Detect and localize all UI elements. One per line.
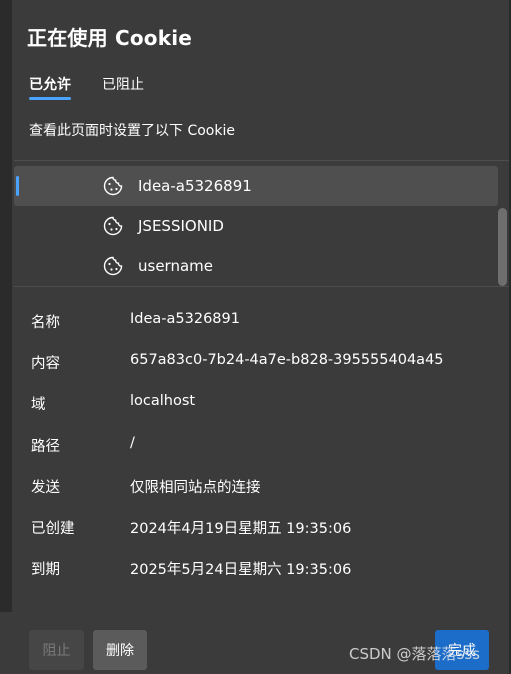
cookies-dialog: 正在使用 Cookie 已允许 已阻止 查看此页面时设置了以下 Cookie I…	[0, 0, 511, 674]
cookie-icon	[103, 256, 123, 276]
cookie-item-username[interactable]: username	[14, 246, 498, 286]
cookie-name: username	[138, 257, 213, 275]
detail-label: 名称	[31, 315, 60, 331]
detail-row-name: 名称 Idea-a5326891	[31, 305, 501, 335]
cookie-list[interactable]: Idea-a5326891 JSESSIONID username	[14, 165, 510, 285]
dialog-footer: 阻止 删除 完成	[0, 612, 509, 674]
cookie-name: JSESSIONID	[138, 217, 224, 235]
detail-value: Idea-a5326891	[130, 311, 240, 327]
detail-label: 路径	[31, 439, 60, 455]
detail-label: 到期	[31, 562, 60, 578]
selection-indicator	[16, 176, 19, 196]
block-button[interactable]: 阻止	[29, 630, 84, 670]
list-scrollbar[interactable]	[498, 208, 507, 286]
cookie-icon	[103, 176, 123, 196]
done-button[interactable]: 完成	[435, 630, 489, 670]
detail-row-send: 发送 仅限相同站点的连接	[31, 470, 501, 500]
list-divider	[14, 286, 509, 287]
detail-value: localhost	[130, 393, 196, 409]
cookie-item-jsessionid[interactable]: JSESSIONID	[14, 206, 498, 246]
tab-allowed[interactable]: 已允许	[29, 74, 71, 100]
detail-row-path: 路径 /	[31, 429, 501, 459]
detail-row-domain: 域 localhost	[31, 387, 501, 417]
cookie-icon	[103, 216, 123, 236]
left-window-edge	[0, 0, 12, 674]
detail-row-created: 已创建 2024年4月19日星期五 19:35:06	[31, 511, 501, 541]
delete-button[interactable]: 删除	[93, 630, 147, 670]
top-divider	[14, 160, 509, 161]
detail-label: 发送	[31, 480, 60, 496]
detail-value: /	[130, 435, 135, 451]
detail-row-expires: 到期 2025年5月24日星期六 19:35:06	[31, 552, 501, 582]
cookie-item-idea[interactable]: Idea-a5326891	[14, 166, 498, 206]
cookie-name: Idea-a5326891	[138, 177, 252, 195]
detail-row-content: 内容 657a83c0-7b24-4a7e-b828-395555404a45	[31, 346, 501, 376]
detail-value: 仅限相同站点的连接	[130, 480, 261, 496]
detail-value: 657a83c0-7b24-4a7e-b828-395555404a45	[130, 352, 444, 368]
detail-label: 域	[31, 397, 46, 413]
dialog-title: 正在使用 Cookie	[27, 26, 193, 50]
detail-value: 2025年5月24日星期六 19:35:06	[130, 562, 352, 578]
detail-label: 已创建	[31, 521, 75, 537]
dialog-description: 查看此页面时设置了以下 Cookie	[29, 123, 235, 139]
detail-label: 内容	[31, 356, 60, 372]
tab-blocked[interactable]: 已阻止	[102, 74, 144, 98]
detail-value: 2024年4月19日星期五 19:35:06	[130, 521, 352, 537]
